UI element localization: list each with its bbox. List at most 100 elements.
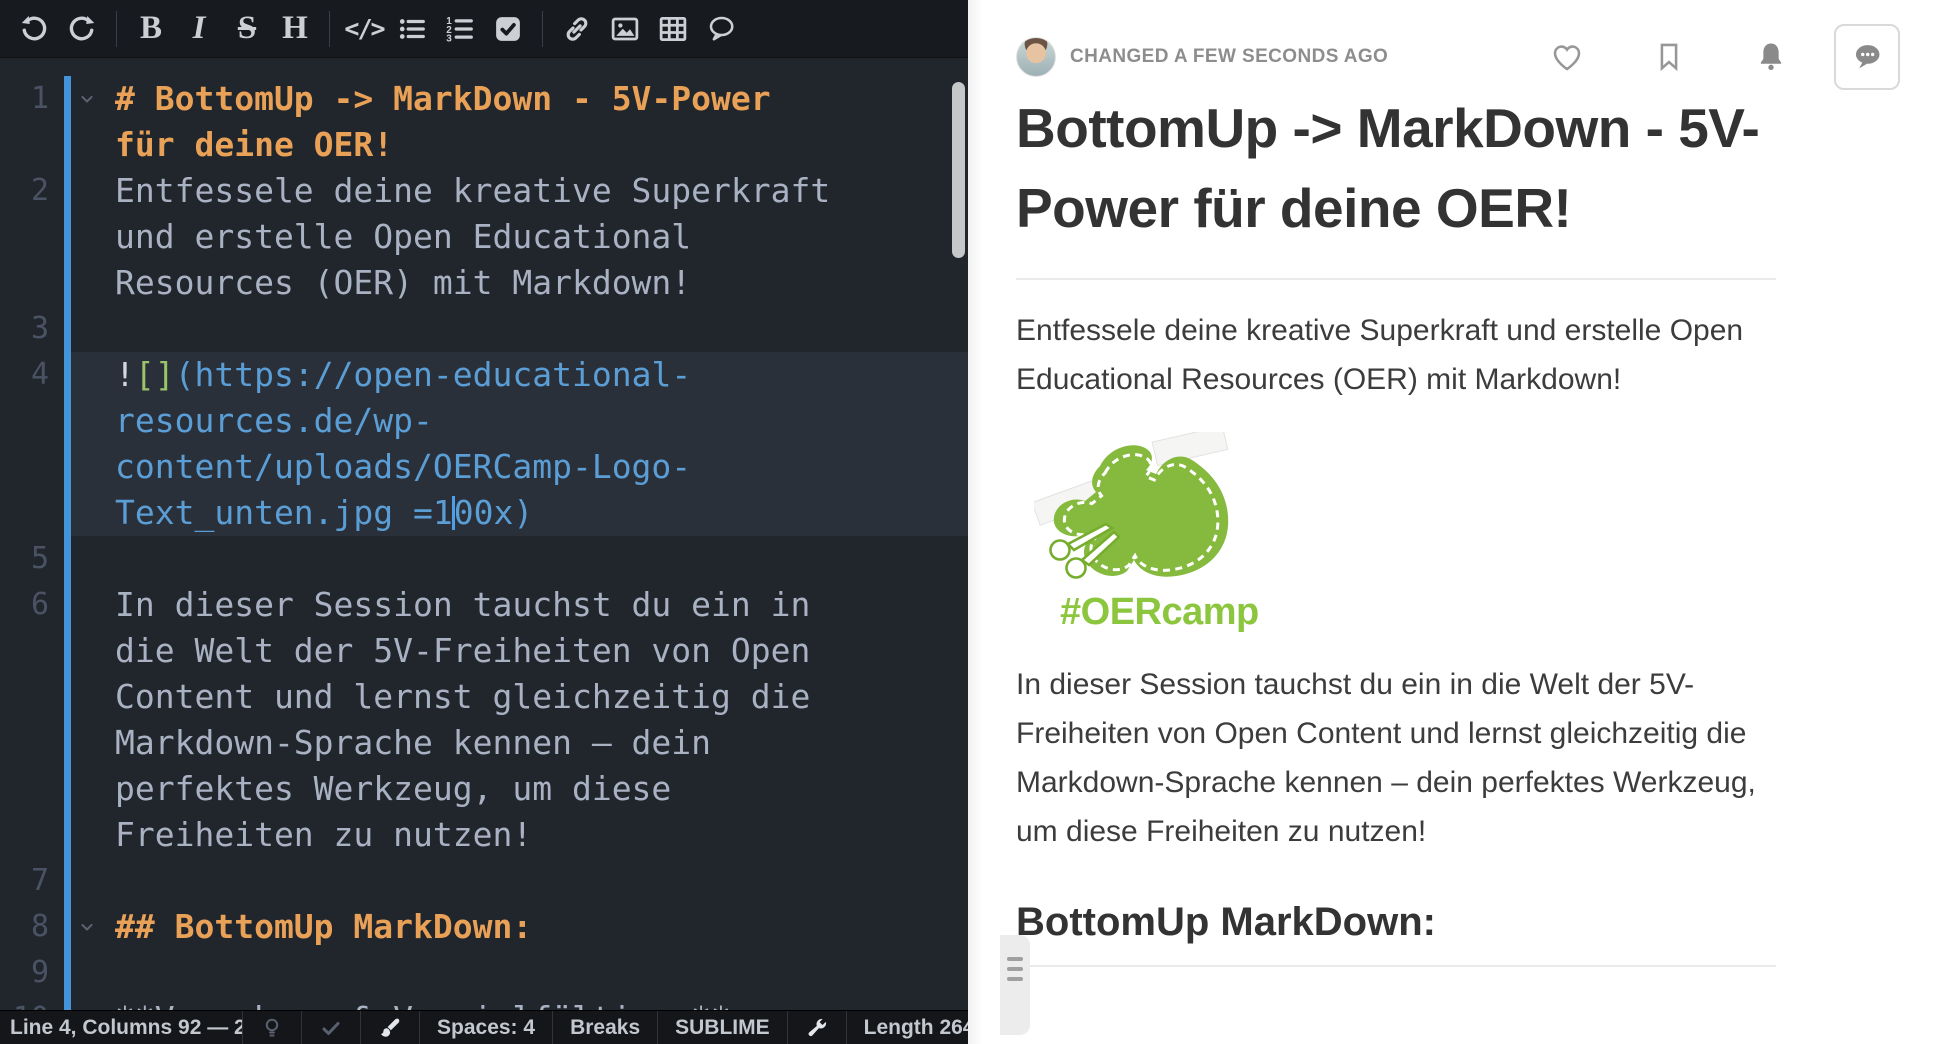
editor-line-row: und erstelle Open Educational xyxy=(0,214,968,260)
editor-line-row: Content und lernst gleichzeitig die xyxy=(0,674,968,720)
fold-chevron-icon[interactable] xyxy=(71,904,115,950)
fold-gutter xyxy=(71,950,115,996)
editor-line-text: und erstelle Open Educational xyxy=(115,214,839,260)
last-changed-label: CHANGED A FEW SECONDS AGO xyxy=(1070,46,1388,68)
editor-line-row: 5 xyxy=(0,536,968,582)
editor-line-text: Content und lernst gleichzeitig die xyxy=(115,674,839,720)
editor-line-text: Markdown-Sprache kennen – dein xyxy=(115,720,839,766)
editor-line-row: für deine OER! xyxy=(0,122,968,168)
editor-line-text: # BottomUp -> MarkDown - 5V-Power xyxy=(115,76,839,122)
editor-line-text: resources.de/wp- xyxy=(115,398,839,444)
code-icon[interactable]: </> xyxy=(340,6,388,52)
comments-button[interactable] xyxy=(1834,24,1900,90)
fold-gutter xyxy=(71,858,115,904)
table-icon[interactable] xyxy=(649,6,697,52)
lightbulb-icon[interactable] xyxy=(242,1011,301,1044)
undo-icon[interactable] xyxy=(10,6,58,52)
editor-line-row: 8## BottomUp MarkDown: xyxy=(0,904,968,950)
editor-line-text: perfektes Werkzeug, um diese xyxy=(115,766,839,812)
svg-text:3: 3 xyxy=(446,33,452,44)
redo-icon[interactable] xyxy=(58,6,106,52)
editor-line-row: 3 xyxy=(0,306,968,352)
bell-icon[interactable] xyxy=(1754,40,1788,74)
breaks-setting[interactable]: Breaks xyxy=(552,1011,657,1044)
toolbar-separator xyxy=(542,11,543,47)
title-divider xyxy=(1016,278,1776,280)
editor-line-text: die Welt der 5V-Freiheiten von Open xyxy=(115,628,839,674)
heading-icon[interactable]: H xyxy=(271,6,319,52)
session-paragraph: In dieser Session tauchst du ein in die … xyxy=(1016,660,1776,856)
bookmark-icon[interactable] xyxy=(1652,40,1686,74)
fold-gutter xyxy=(71,398,115,444)
heart-icon[interactable] xyxy=(1550,40,1584,74)
line-number xyxy=(0,214,64,260)
link-icon[interactable] xyxy=(553,6,601,52)
italic-icon[interactable]: I xyxy=(175,6,223,52)
markdown-editor[interactable]: 1 # BottomUp -> MarkDown - 5V-Powerfür de… xyxy=(0,58,968,1010)
keymap-setting[interactable]: SUBLIME xyxy=(657,1011,787,1044)
pane-splitter[interactable] xyxy=(968,0,1000,1044)
strikethrough-icon[interactable]: S xyxy=(223,6,271,52)
bold-icon[interactable]: B xyxy=(127,6,175,52)
editor-statusbar: Line 4, Columns 92 — 21 Spaces: 4 Breaks… xyxy=(0,1010,968,1044)
toc-toggle-handle[interactable] xyxy=(1000,935,1030,1035)
toolbar-separator xyxy=(329,11,330,47)
ordered-list-icon[interactable]: 123 xyxy=(436,6,484,52)
editor-line-row: resources.de/wp- xyxy=(0,398,968,444)
editor-line-row: 4![](https://open-educational- xyxy=(0,352,968,398)
comment-icon[interactable] xyxy=(697,6,745,52)
editor-scrollbar-thumb[interactable] xyxy=(952,82,965,258)
editor-line-row: 2Entfessele deine kreative Superkraft xyxy=(0,168,968,214)
line-number: 1 xyxy=(0,76,64,122)
line-number: 5 xyxy=(0,536,64,582)
author-avatar[interactable] xyxy=(1016,37,1056,77)
line-number: 4 xyxy=(0,352,64,398)
spaces-setting[interactable]: Spaces: 4 xyxy=(419,1011,552,1044)
fold-gutter xyxy=(71,260,115,306)
editor-line-row: Resources (OER) mit Markdown! xyxy=(0,260,968,306)
line-number xyxy=(0,720,64,766)
section-heading: BottomUp MarkDown: xyxy=(1016,900,1776,945)
editor-line-row: 6In dieser Session tauchst du ein in xyxy=(0,582,968,628)
editor-line-text xyxy=(115,536,839,582)
line-number xyxy=(0,444,64,490)
editor-line-text: Resources (OER) mit Markdown! xyxy=(115,260,839,306)
changed-lines-indicator xyxy=(64,76,71,1010)
line-number: 9 xyxy=(0,950,64,996)
document-length-label: Length 2644 xyxy=(846,1011,968,1044)
fold-gutter xyxy=(71,996,115,1010)
editor-line-row: Markdown-Sprache kennen – dein xyxy=(0,720,968,766)
line-number xyxy=(0,260,64,306)
editor-line-row: perfektes Werkzeug, um diese xyxy=(0,766,968,812)
editor-line-row: 7 xyxy=(0,858,968,904)
check-icon[interactable] xyxy=(301,1011,360,1044)
fold-gutter xyxy=(71,306,115,352)
image-icon[interactable] xyxy=(601,6,649,52)
editor-line-text: Freiheiten zu nutzen! xyxy=(115,812,839,858)
editor-line-text xyxy=(115,306,839,352)
fold-gutter xyxy=(71,352,115,398)
line-number: 3 xyxy=(0,306,64,352)
cursor-position-label: Line 4, Columns 92 — 21 xyxy=(0,1011,242,1044)
rendered-markdown: BottomUp -> MarkDown - 5V-Power für dein… xyxy=(1016,88,1776,967)
line-number xyxy=(0,398,64,444)
editor-line-text: Text_unten.jpg =100x) xyxy=(115,490,839,536)
brush-icon[interactable] xyxy=(360,1011,419,1044)
line-number xyxy=(0,122,64,168)
line-number xyxy=(0,674,64,720)
page-title: BottomUp -> MarkDown - 5V-Power für dein… xyxy=(1016,88,1776,248)
editor-line-text: content/uploads/OERCamp-Logo- xyxy=(115,444,839,490)
fold-gutter xyxy=(71,582,115,628)
editor-line-text xyxy=(115,950,839,996)
editor-line-text: für deine OER! xyxy=(115,122,839,168)
wrench-icon[interactable] xyxy=(787,1011,846,1044)
bullet-list-icon[interactable] xyxy=(388,6,436,52)
logo-caption: #OERcamp xyxy=(1060,591,1776,634)
editor-line-text xyxy=(115,858,839,904)
task-list-icon[interactable] xyxy=(484,6,532,52)
line-number xyxy=(0,490,64,536)
line-number xyxy=(0,628,64,674)
fold-gutter xyxy=(71,674,115,720)
fold-chevron-icon[interactable] xyxy=(71,76,115,122)
fold-gutter xyxy=(71,766,115,812)
